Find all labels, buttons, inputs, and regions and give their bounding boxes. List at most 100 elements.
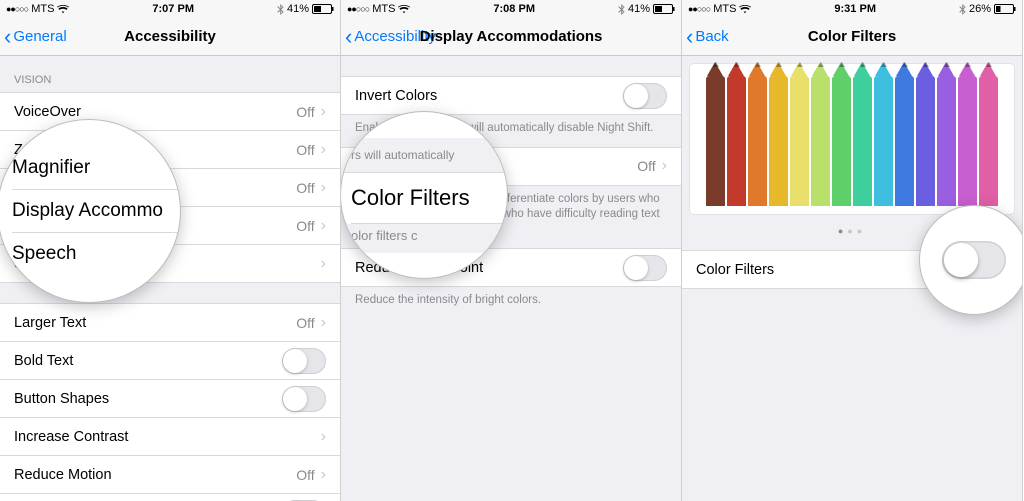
row-label: Reduce Motion: [14, 467, 296, 483]
back-label: General: [13, 28, 66, 45]
row-label: Button Shapes: [14, 391, 282, 407]
back-button[interactable]: ‹ Back: [682, 26, 729, 48]
wifi-icon: [739, 5, 751, 14]
section-header-vision: VISION: [0, 56, 340, 92]
status-bar: ●●○○○ MTS 7:07 PM 41%: [0, 0, 340, 18]
pencil-icon: [958, 76, 977, 206]
row-onoff-labels[interactable]: On/Off Labels: [0, 494, 340, 501]
pencil-icon: [748, 76, 767, 206]
chevron-right-icon: ›: [321, 103, 326, 121]
status-time: 9:31 PM: [834, 3, 876, 15]
row-value: Off: [296, 104, 314, 120]
magnify-callout: rs will automatically Color Filters olor…: [341, 112, 507, 278]
battery-icon: [312, 4, 334, 14]
row-value: Off: [637, 158, 655, 174]
battery-icon: [653, 4, 675, 14]
chevron-right-icon: ›: [321, 179, 326, 197]
toggle-button-shapes[interactable]: [282, 386, 326, 412]
chevron-left-icon: ‹: [345, 26, 352, 48]
wifi-icon: [57, 5, 69, 14]
carrier-label: MTS: [31, 3, 54, 15]
carrier-label: MTS: [372, 3, 395, 15]
zoom-note: olor filters c: [341, 224, 507, 253]
row-reduce-motion[interactable]: Reduce Motion Off ›: [0, 456, 340, 494]
row-label: Bold Text: [14, 353, 282, 369]
battery-icon: [994, 4, 1016, 14]
zoom-row-color-filters: Color Filters: [351, 173, 507, 224]
nav-bar: ‹ Accessibility Display Accommodations: [341, 18, 681, 56]
pencil-icon: [895, 76, 914, 206]
screen-accessibility: ●●○○○ MTS 7:07 PM 41% ‹ General Accessib…: [0, 0, 341, 501]
page-title: Color Filters: [682, 28, 1022, 45]
pencil-icon: [811, 76, 830, 206]
note-reduce-white: Reduce the intensity of bright colors.: [341, 287, 681, 319]
pencil-icon: [769, 76, 788, 206]
settings-list-2: Larger Text Off › Bold Text Button Shape…: [0, 303, 340, 501]
pencil-icon: [979, 76, 998, 206]
signal-dots-icon: ●●○○○: [688, 4, 710, 14]
row-label: VoiceOver: [14, 104, 296, 120]
chevron-right-icon: ›: [321, 217, 326, 235]
screen-color-filters: ●●○○○ MTS 9:31 PM 26% ‹ Back Color Filte…: [682, 0, 1023, 501]
toggle-bold-text[interactable]: [282, 348, 326, 374]
pencil-icon: [853, 76, 872, 206]
pencil-icon: [916, 76, 935, 206]
chevron-right-icon: ›: [321, 428, 326, 446]
row-label: Increase Contrast: [14, 429, 321, 445]
chevron-right-icon: ›: [321, 466, 326, 484]
pencils-preview[interactable]: [690, 64, 1014, 214]
row-larger-text[interactable]: Larger Text Off ›: [0, 304, 340, 342]
chevron-right-icon: ›: [321, 255, 326, 273]
row-button-shapes[interactable]: Button Shapes: [0, 380, 340, 418]
chevron-right-icon: ›: [321, 314, 326, 332]
back-button[interactable]: ‹ Accessibility: [341, 26, 436, 48]
row-value: Off: [296, 218, 314, 234]
zoom-toggle: [942, 241, 1006, 279]
zoom-row-speech: Speech: [12, 233, 180, 275]
battery-percent: 41%: [628, 3, 650, 15]
nav-bar: ‹ General Accessibility: [0, 18, 340, 56]
bluetooth-icon: [277, 4, 284, 15]
wifi-icon: [398, 5, 410, 14]
toggle-reduce-white-point[interactable]: [623, 255, 667, 281]
signal-dots-icon: ●●○○○: [6, 4, 28, 14]
row-value: Off: [296, 180, 314, 196]
zoom-row-magnifier: Magnifier: [12, 147, 180, 190]
chevron-left-icon: ‹: [4, 26, 11, 48]
pencil-icon: [727, 76, 746, 206]
magnify-callout: [920, 206, 1023, 314]
screen-display-accommodations: ●●○○○ MTS 7:08 PM 41% ‹ Accessibility Di…: [341, 0, 682, 501]
zoom-row-display-accommodations: Display Accommo: [12, 190, 180, 233]
bluetooth-icon: [959, 4, 966, 15]
carrier-label: MTS: [713, 3, 736, 15]
toggle-invert-colors[interactable]: [623, 83, 667, 109]
row-value: Off: [296, 142, 314, 158]
battery-percent: 41%: [287, 3, 309, 15]
chevron-left-icon: ‹: [686, 26, 693, 48]
magnify-callout: Magnifier Display Accommo Speech: [0, 120, 180, 302]
bluetooth-icon: [618, 4, 625, 15]
signal-dots-icon: ●●○○○: [347, 4, 369, 14]
pencil-icon: [706, 76, 725, 206]
battery-percent: 26%: [969, 3, 991, 15]
row-value: Off: [296, 315, 314, 331]
row-value: Off: [296, 467, 314, 483]
row-invert-colors[interactable]: Invert Colors: [341, 77, 681, 115]
row-increase-contrast[interactable]: Increase Contrast ›: [0, 418, 340, 456]
nav-bar: ‹ Back Color Filters: [682, 18, 1022, 56]
pencil-icon: [874, 76, 893, 206]
status-time: 7:07 PM: [152, 3, 194, 15]
row-label: Larger Text: [14, 315, 296, 331]
pencil-icon: [937, 76, 956, 206]
row-bold-text[interactable]: Bold Text: [0, 342, 340, 380]
chevron-right-icon: ›: [662, 157, 667, 175]
back-label: Accessibility: [354, 28, 436, 45]
back-label: Back: [695, 28, 728, 45]
status-bar: ●●○○○ MTS 7:08 PM 41%: [341, 0, 681, 18]
back-button[interactable]: ‹ General: [0, 26, 67, 48]
row-voiceover[interactable]: VoiceOver Off ›: [0, 93, 340, 131]
status-time: 7:08 PM: [493, 3, 535, 15]
pencil-icon: [832, 76, 851, 206]
chevron-right-icon: ›: [321, 141, 326, 159]
row-label: Invert Colors: [355, 88, 623, 104]
